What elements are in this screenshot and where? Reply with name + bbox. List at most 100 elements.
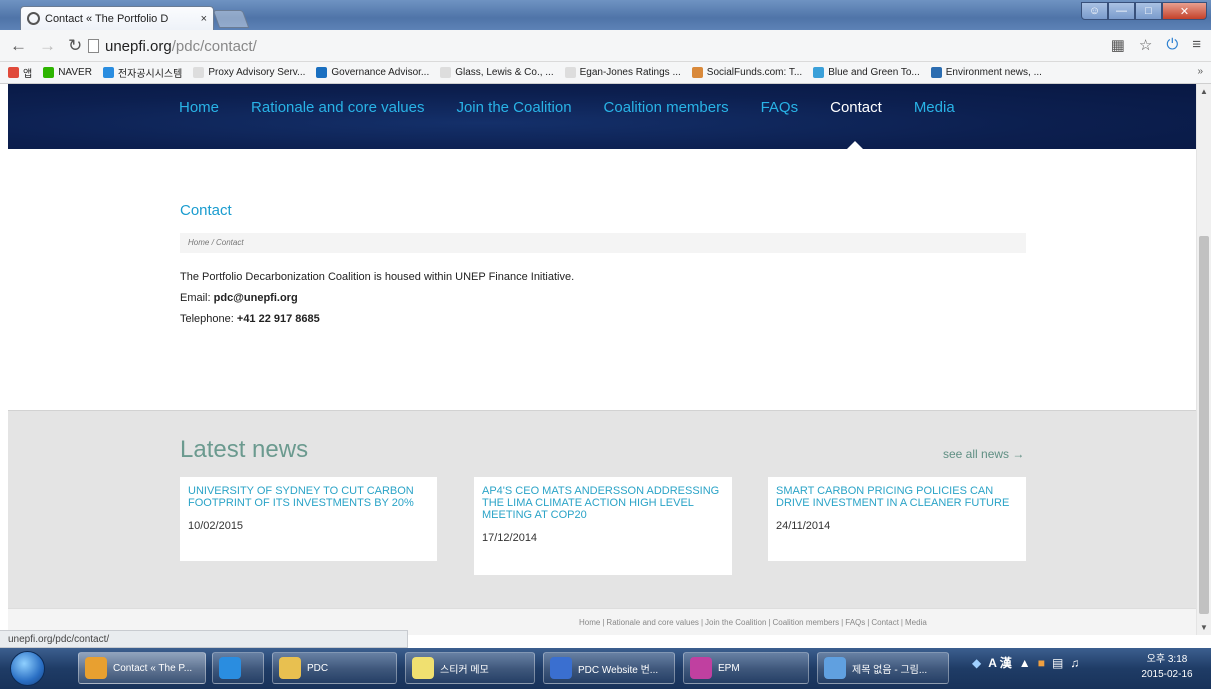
scroll-up-arrow-icon[interactable]: ▲ bbox=[1200, 87, 1208, 96]
maximize-button[interactable]: □ bbox=[1135, 2, 1162, 20]
bookmark-favicon-icon bbox=[316, 67, 328, 78]
contact-intro: The Portfolio Decarbonization Coalition … bbox=[180, 271, 575, 283]
nav-item-home[interactable]: Home bbox=[179, 99, 219, 116]
footer-link[interactable]: Coalition members bbox=[772, 618, 839, 627]
news-headline[interactable]: SMART CARBON PRICING POLICIES CAN DRIVE … bbox=[776, 485, 1018, 509]
nav-item-contact[interactable]: Contact bbox=[830, 99, 882, 116]
bookmark-item[interactable]: Egan-Jones Ratings ... bbox=[564, 67, 681, 78]
taskbar-item-label: PDC bbox=[307, 662, 329, 674]
bookmark-star-icon[interactable]: ☆ bbox=[1139, 36, 1152, 54]
volume-icon[interactable]: ♫ bbox=[1070, 656, 1079, 670]
footer-link[interactable]: Join the Coalition bbox=[705, 618, 766, 627]
url-path: /pdc/contact/ bbox=[171, 37, 257, 55]
tray-expand-icon[interactable]: ▲ bbox=[1019, 656, 1031, 670]
tab-title: Contact « The Portfolio D bbox=[45, 12, 169, 25]
translate-icon[interactable]: ▦ bbox=[1111, 36, 1125, 54]
bookmark-item[interactable]: Governance Advisor... bbox=[316, 67, 429, 78]
taskbar-item-label: PDC Website 번... bbox=[578, 664, 659, 676]
taskbar-item[interactable]: Contact « The P... bbox=[78, 652, 206, 684]
email-link[interactable]: pdc@unepfi.org bbox=[214, 292, 298, 304]
bookmark-favicon-icon bbox=[930, 67, 942, 78]
taskbar-clock[interactable]: 오후 3:18 2015-02-16 bbox=[1130, 652, 1204, 682]
ime-icon[interactable]: ◆ bbox=[972, 656, 981, 670]
news-date: 24/11/2014 bbox=[776, 520, 831, 532]
url-input[interactable]: unepfi.org/pdc/contact/ bbox=[88, 36, 1098, 56]
bookmark-item[interactable]: 앱 bbox=[8, 65, 32, 80]
back-arrow-icon[interactable]: ← bbox=[10, 36, 27, 56]
input-language-indicator[interactable]: A 漢 bbox=[988, 654, 1012, 671]
bookmark-label: Governance Advisor... bbox=[331, 67, 430, 78]
start-button[interactable] bbox=[10, 651, 45, 686]
bookmark-label: Proxy Advisory Serv... bbox=[208, 67, 306, 78]
network-icon[interactable]: ▤ bbox=[1052, 656, 1063, 670]
bookmark-item[interactable]: Environment news, ... bbox=[930, 67, 1042, 78]
news-card[interactable]: SMART CARBON PRICING POLICIES CAN DRIVE … bbox=[768, 477, 1026, 561]
app-tray-icon[interactable]: ■ bbox=[1038, 656, 1045, 670]
scrollbar-thumb[interactable] bbox=[1199, 236, 1209, 614]
bookmark-item[interactable]: 전자공시시스템 bbox=[102, 65, 182, 80]
news-card[interactable]: UNIVERSITY OF SYDNEY TO CUT CARBON FOOTP… bbox=[180, 477, 437, 561]
taskbar-item[interactable]: EPM bbox=[683, 652, 809, 684]
phone-line: Telephone: +41 22 917 8685 bbox=[180, 309, 1026, 330]
taskbar-item-label: EPM bbox=[718, 662, 740, 674]
page-scrollbar[interactable]: ▲ ▼ bbox=[1196, 84, 1211, 635]
taskbar-item[interactable]: PDC Website 번... bbox=[543, 652, 675, 684]
reload-icon[interactable]: ↻ bbox=[68, 36, 82, 56]
footer-link[interactable]: Media bbox=[905, 618, 927, 627]
taskbar-item[interactable]: 스티커 메모 bbox=[405, 652, 535, 684]
new-tab-button[interactable] bbox=[212, 10, 250, 28]
bookmark-item[interactable]: SocialFunds.com: T... bbox=[691, 67, 803, 78]
footer-separator: | bbox=[602, 618, 605, 627]
bookmark-favicon-icon bbox=[102, 67, 114, 78]
bookmark-favicon-icon bbox=[193, 67, 205, 78]
news-headline[interactable]: UNIVERSITY OF SYDNEY TO CUT CARBON FOOTP… bbox=[188, 485, 429, 509]
address-toolbar: ← → ↻ unepfi.org/pdc/contact/ ▦ ☆ ⏻ ≡ bbox=[0, 30, 1211, 62]
bookmark-favicon-icon bbox=[440, 67, 452, 78]
bookmark-item[interactable]: Glass, Lewis & Co., ... bbox=[440, 67, 554, 78]
footer-link[interactable]: Home bbox=[579, 618, 600, 627]
system-tray: ◆ A 漢 ▲ ■ ▤ ♫ bbox=[972, 654, 1079, 671]
footer-link[interactable]: FAQs bbox=[845, 618, 865, 627]
link-status-bubble: unepfi.org/pdc/contact/ bbox=[0, 630, 408, 648]
close-window-button[interactable]: ✕ bbox=[1162, 2, 1207, 20]
news-date: 17/12/2014 bbox=[482, 532, 538, 544]
bookmark-item[interactable]: NAVER bbox=[43, 67, 92, 78]
bookmark-item[interactable]: Blue and Green To... bbox=[813, 67, 920, 78]
news-card[interactable]: AP4'S CEO MATS ANDERSSON ADDRESSING THE … bbox=[474, 477, 732, 575]
taskbar-app-icon bbox=[824, 657, 846, 679]
nav-item-media[interactable]: Media bbox=[914, 99, 955, 116]
taskbar-app-icon bbox=[219, 657, 241, 679]
news-headline[interactable]: AP4'S CEO MATS ANDERSSON ADDRESSING THE … bbox=[482, 485, 724, 521]
taskbar-item[interactable] bbox=[212, 652, 264, 684]
close-tab-icon[interactable]: × bbox=[201, 13, 207, 25]
user-profile-icon[interactable]: ☺ bbox=[1081, 2, 1108, 20]
see-all-news-link[interactable]: see all news → bbox=[943, 447, 1024, 461]
page-title: Contact bbox=[180, 202, 232, 219]
taskbar-item[interactable]: PDC bbox=[272, 652, 397, 684]
bookmark-label: 앱 bbox=[23, 69, 33, 80]
nav-item-rationale-and-core-values[interactable]: Rationale and core values bbox=[251, 99, 424, 116]
menu-icon[interactable]: ≡ bbox=[1192, 36, 1201, 54]
extension-icon[interactable]: ⏻ bbox=[1166, 36, 1178, 54]
bookmark-label: Environment news, ... bbox=[945, 67, 1042, 78]
page-icon bbox=[88, 39, 99, 53]
taskbar-item-label: 제목 없음 - 그림... bbox=[852, 664, 928, 676]
taskbar-app-icon bbox=[279, 657, 301, 679]
taskbar-item[interactable]: 제목 없음 - 그림... bbox=[817, 652, 949, 684]
footer-link[interactable]: Rationale and core values bbox=[606, 618, 699, 627]
bookmarks-overflow-icon[interactable]: » bbox=[1197, 66, 1203, 77]
nav-item-join-the-coalition[interactable]: Join the Coalition bbox=[456, 99, 571, 116]
footer-link[interactable]: Contact bbox=[871, 618, 899, 627]
forward-arrow-icon[interactable]: → bbox=[39, 36, 56, 56]
nav-item-coalition-members[interactable]: Coalition members bbox=[604, 99, 729, 116]
clock-time: 오후 3:18 bbox=[1146, 654, 1188, 665]
minimize-button[interactable]: — bbox=[1108, 2, 1135, 20]
scroll-down-arrow-icon[interactable]: ▼ bbox=[1200, 623, 1208, 632]
nav-item-faqs[interactable]: FAQs bbox=[761, 99, 799, 116]
bookmark-item[interactable]: Proxy Advisory Serv... bbox=[193, 67, 305, 78]
taskbar-app-icon bbox=[85, 657, 107, 679]
footer-separator: | bbox=[900, 618, 903, 627]
browser-tab[interactable]: Contact « The Portfolio D × bbox=[20, 6, 214, 30]
latest-news-section: Latest news see all news → UNIVERSITY OF… bbox=[8, 410, 1196, 608]
bookmark-label: SocialFunds.com: T... bbox=[706, 67, 803, 78]
